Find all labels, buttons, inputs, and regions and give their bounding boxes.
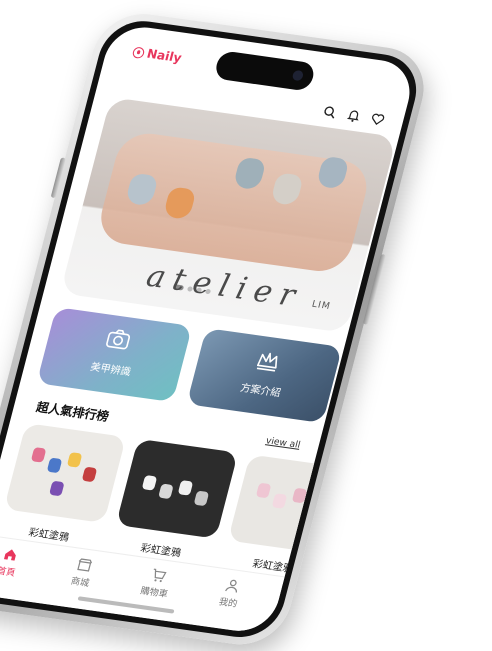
product-image [115,438,239,539]
card-label: 美甲辨識 [88,361,132,379]
brand-name: Naily [145,46,184,66]
heart-icon[interactable] [369,111,387,127]
product-image [3,423,127,524]
app-screen: Naily atelier LIM 美甲辨識 方案介紹 超人氣排行榜 view … [0,22,418,636]
user-icon [225,579,237,593]
tab-store[interactable]: 商城 [49,554,117,592]
nail-recognition-card[interactable]: 美甲辨識 [36,307,193,403]
phone-bezel: Naily atelier LIM 美甲辨識 方案介紹 超人氣排行榜 view … [0,15,426,643]
logo-icon [131,45,146,59]
app-logo[interactable]: Naily [131,44,183,65]
tab-profile[interactable]: 我的 [197,574,265,612]
store-icon [77,558,93,572]
header-actions [321,104,387,127]
product-image [227,454,351,555]
crown-icon [256,352,278,372]
mockup-stage: Naily atelier LIM 美甲辨識 方案介紹 超人氣排行榜 view … [0,0,492,651]
bell-icon[interactable] [345,108,363,124]
view-all-link[interactable]: view all [265,436,302,451]
camera-icon [106,329,131,350]
hero-brand-suffix: LIM [310,299,332,313]
top-bar: Naily [102,37,414,110]
home-icon [3,549,16,561]
phone-frame: Naily atelier LIM 美甲辨識 方案介紹 超人氣排行榜 view … [0,8,434,651]
tab-label: 我的 [217,597,239,610]
tab-cart[interactable]: 購物車 [123,564,191,602]
search-icon[interactable] [321,104,339,120]
tab-label: 購物車 [139,586,169,601]
tab-home[interactable]: 首頁 [0,543,42,581]
cart-icon [153,568,167,583]
tab-label: 首頁 [0,566,17,579]
ranking-title: 超人氣排行榜 [34,399,111,424]
tab-label: 商城 [69,576,91,590]
hero-brand-text: atelier [142,258,307,315]
plan-intro-card[interactable]: 方案介紹 [186,328,343,424]
card-label: 方案介紹 [238,382,282,400]
hero-banner[interactable]: atelier LIM [59,97,397,334]
